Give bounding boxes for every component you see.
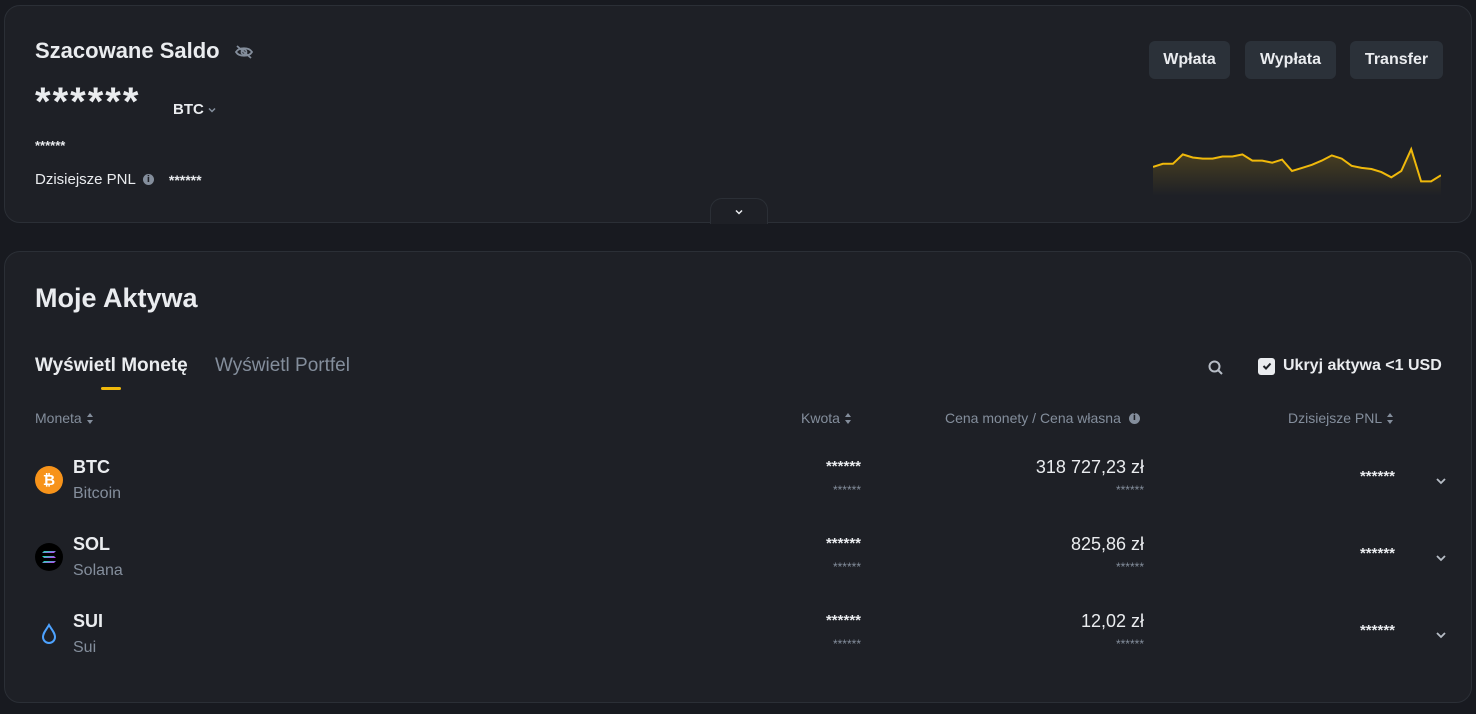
amount: ******: [825, 458, 861, 475]
chevron-down-icon: [208, 107, 216, 113]
column-price-label: Cena monety / Cena własna: [945, 410, 1121, 426]
hide-small-assets-label: Ukryj aktywa <1 USD: [1283, 357, 1442, 374]
deposit-button[interactable]: Wpłata: [1149, 41, 1230, 79]
expand-row-chevron-icon[interactable]: [1431, 548, 1451, 568]
cost-price: ******: [1115, 637, 1144, 651]
column-pnl-label: Dzisiejsze PNL: [1288, 410, 1383, 426]
currency-selector[interactable]: BTC: [173, 101, 217, 118]
column-coin[interactable]: Moneta: [35, 410, 94, 426]
coin-symbol: SUI: [73, 611, 104, 631]
search-icon[interactable]: [1207, 359, 1225, 382]
balance-card: Szacowane Saldo ****** BTC ****** Dzisie…: [4, 5, 1472, 224]
expand-row-chevron-icon[interactable]: [1431, 471, 1451, 491]
pnl-value: ******: [168, 171, 202, 188]
sort-icon: [1387, 412, 1394, 424]
coin-price: 318 727,23 zł: [1035, 457, 1144, 477]
amount-sub: ******: [832, 560, 861, 574]
coin-name: Sui: [73, 639, 97, 656]
coin-symbol: BTC: [73, 457, 110, 477]
cost-price: ******: [1115, 483, 1144, 497]
hide-balance-icon[interactable]: [234, 44, 254, 65]
tab-view-coin[interactable]: Wyświetl Monetę: [35, 355, 188, 377]
amount-sub: ******: [832, 483, 861, 497]
checkmark-icon: [1262, 362, 1271, 370]
info-icon[interactable]: i: [1128, 412, 1140, 424]
sui-icon: [35, 620, 63, 648]
pnl-value: ******: [1359, 468, 1395, 485]
coin-symbol: SOL: [73, 534, 111, 554]
expand-balance-button[interactable]: [710, 198, 768, 224]
column-amount-label: Kwota: [801, 410, 840, 426]
column-price: Cena monety / Cena własna i: [945, 410, 1140, 426]
cost-price: ******: [1115, 560, 1144, 574]
balance-sparkline: [1153, 146, 1441, 196]
coin-price: 825,86 zł: [1070, 534, 1144, 554]
coin-name: Solana: [73, 562, 123, 579]
pnl-label: Dzisiejsze PNL: [35, 171, 136, 188]
hide-small-assets-toggle[interactable]: Ukryj aktywa <1 USD: [1258, 357, 1442, 375]
assets-title: Moje Aktywa: [35, 283, 198, 313]
coin-name: Bitcoin: [73, 485, 122, 502]
column-pnl[interactable]: Dzisiejsze PNL: [1288, 410, 1394, 426]
bitcoin-icon: ₿: [35, 466, 63, 494]
transfer-button[interactable]: Transfer: [1350, 41, 1443, 79]
checkbox[interactable]: [1258, 357, 1275, 375]
assets-card: Moje Aktywa Wyświetl Monetę Wyświetl Por…: [4, 251, 1472, 703]
asset-row-btc[interactable]: ₿ BTC Bitcoin ****** ****** 318 727,23 z…: [5, 449, 1473, 526]
column-coin-label: Moneta: [35, 410, 82, 426]
column-amount[interactable]: Kwota: [801, 410, 852, 426]
withdraw-button[interactable]: Wypłata: [1245, 41, 1336, 79]
tab-view-wallet[interactable]: Wyświetl Portfel: [215, 355, 350, 377]
pnl-row: Dzisiejsze PNL i ******: [35, 171, 202, 188]
amount-sub: ******: [832, 637, 861, 651]
active-tab-indicator: [101, 387, 121, 390]
pnl-value: ******: [1359, 545, 1395, 562]
asset-row-sui[interactable]: SUI Sui ****** ****** 12,02 zł ****** **…: [5, 603, 1473, 680]
asset-row-sol[interactable]: SOL Solana ****** ****** 825,86 zł *****…: [5, 526, 1473, 603]
balance-fiat-hidden: ******: [35, 138, 66, 153]
expand-row-chevron-icon[interactable]: [1431, 625, 1451, 645]
balance-title: Szacowane Saldo: [35, 38, 220, 63]
solana-icon: [35, 543, 63, 571]
amount: ******: [825, 612, 861, 629]
coin-price: 12,02 zł: [1080, 611, 1144, 631]
pnl-value: ******: [1359, 622, 1395, 639]
balance-hidden-amount: ******: [35, 80, 141, 124]
amount: ******: [825, 535, 861, 552]
info-icon[interactable]: i: [142, 174, 154, 185]
currency-label: BTC: [173, 101, 204, 118]
chevron-down-icon: [735, 209, 743, 215]
sort-icon: [844, 412, 852, 424]
sort-icon: [86, 412, 94, 424]
